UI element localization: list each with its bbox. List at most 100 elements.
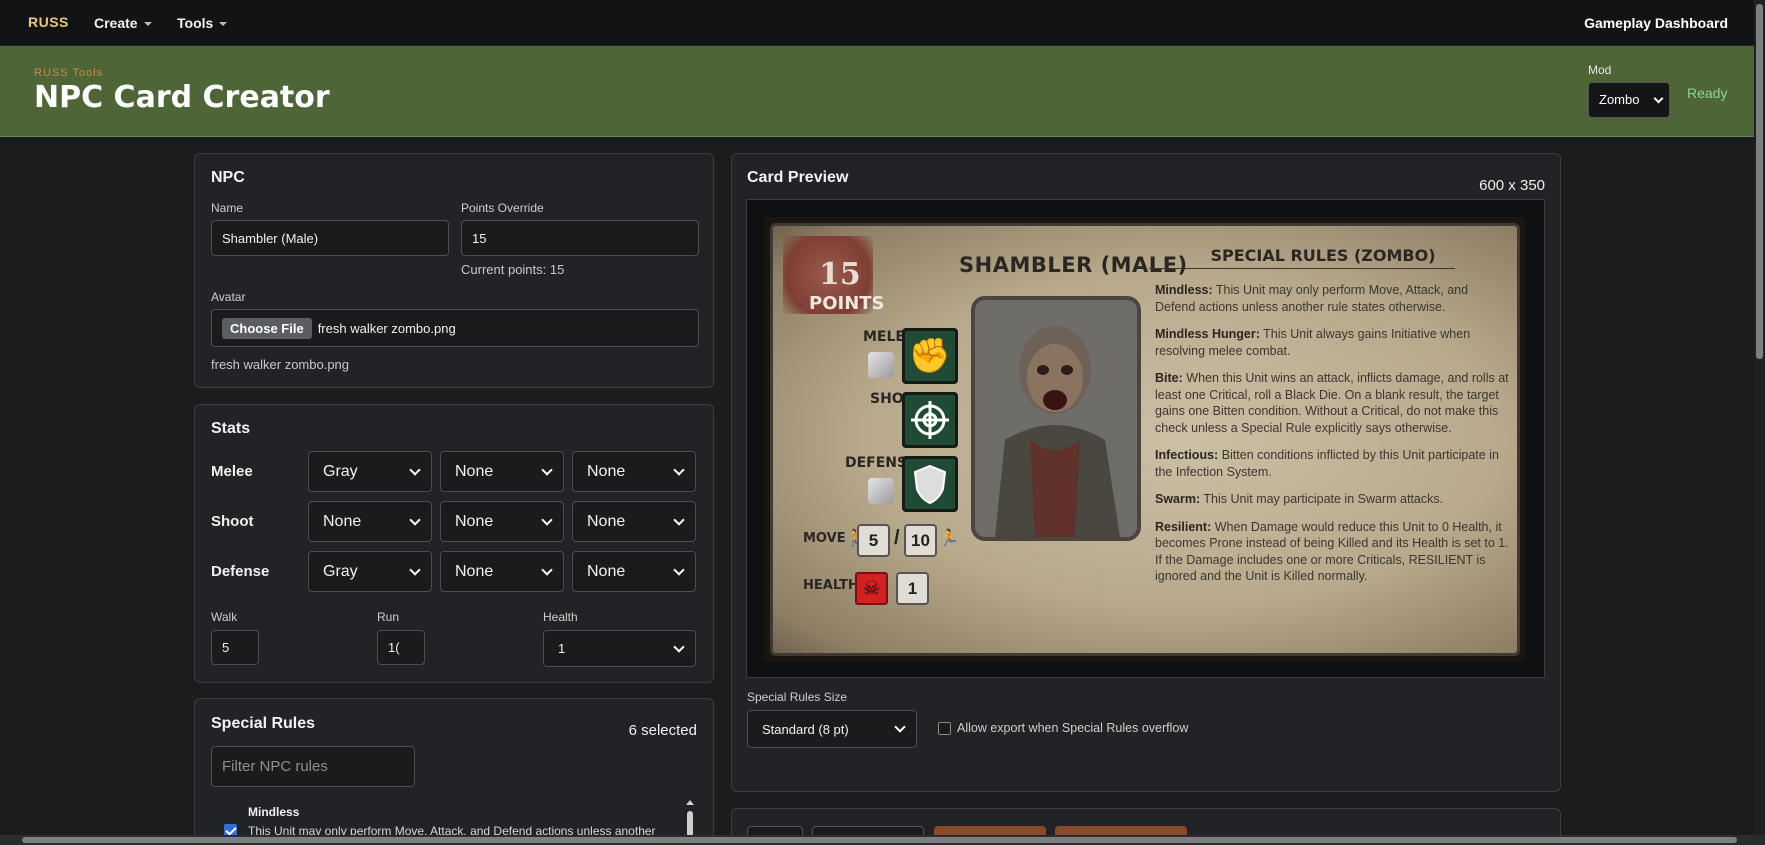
chevron-down-icon — [541, 513, 553, 526]
defense-die-2-select[interactable]: None — [440, 551, 564, 592]
card-rule: Mindless Hunger: This Unit always gains … — [1155, 327, 1471, 358]
health-label: Health — [543, 610, 578, 624]
choose-file-button[interactable]: Choose File — [222, 317, 312, 339]
defense-die-1-select[interactable]: Gray — [308, 551, 432, 592]
chevron-down-icon — [409, 513, 421, 526]
top-navbar: RUSS Create Tools Gameplay Dashboard — [0, 0, 1754, 46]
card-rules-title: SPECIAL RULES (ZOMBO) — [1210, 246, 1436, 265]
card-points-value: 15 — [819, 257, 861, 292]
card-rule: Resilient: When Damage would reduce this… — [1155, 519, 1509, 584]
crosshair-icon — [902, 392, 958, 448]
run-label: Run — [377, 610, 400, 624]
name-input[interactable]: Shambler (Male) — [211, 220, 449, 256]
card-npc-name: SHAMBLER (MALE) — [959, 253, 1188, 277]
card-health-label: HEALTH — [803, 578, 859, 593]
gameplay-dashboard-link[interactable]: Gameplay Dashboard — [1584, 15, 1728, 31]
shoot-die-3-select[interactable]: None — [572, 501, 696, 542]
run-input[interactable]: 1( — [377, 630, 425, 665]
chevron-down-icon — [894, 721, 906, 733]
card-health-value: 1 — [896, 572, 929, 605]
file-name-text: fresh walker zombo.png — [317, 320, 456, 336]
card-move-label: MOVE — [803, 531, 846, 546]
brand-logo[interactable]: RUSS — [28, 14, 69, 30]
chevron-down-icon — [673, 513, 685, 526]
app-root: RUSS Create Tools Gameplay Dashboard RUS… — [0, 0, 1765, 845]
avatar-label: Avatar — [211, 290, 246, 304]
walk-input[interactable]: 5 — [211, 630, 259, 665]
zombie-portrait-icon — [975, 300, 1137, 537]
npc-card: 15 POINTS SHAMBLER (MALE) MELEE ✊ SHOOT … — [764, 217, 1526, 662]
melee-die-3-select[interactable]: None — [572, 451, 696, 492]
chevron-down-icon — [673, 563, 685, 576]
points-override-label: Points Override — [461, 201, 544, 215]
health-select[interactable]: 1 — [543, 630, 696, 667]
stats-panel-title: Stats — [211, 420, 251, 437]
shoot-die-2-select[interactable]: None — [440, 501, 564, 542]
mod-label: Mod — [1588, 63, 1612, 77]
selected-count: 6 selected — [628, 722, 697, 739]
chevron-down-icon — [219, 22, 228, 27]
melee-die-2-select[interactable]: None — [440, 451, 564, 492]
shield-icon — [902, 456, 958, 512]
gray-die-icon — [868, 352, 894, 378]
card-walk-value: 5 — [857, 524, 890, 557]
card-size-text: 600 x 350 — [1479, 177, 1545, 194]
stat-name-defense: Defense — [211, 563, 270, 580]
chevron-down-icon — [673, 463, 685, 476]
breadcrumb: RUSS Tools — [34, 67, 104, 79]
npc-panel: NPC Name Shambler (Male) Points Override… — [194, 153, 714, 388]
gray-die-icon — [868, 478, 894, 504]
melee-die-1-select[interactable]: Gray — [308, 451, 432, 492]
chevron-down-icon — [541, 563, 553, 576]
stats-panel: Stats Melee Gray None None Shoot None No… — [194, 404, 714, 683]
card-rule: Infectious: Bitten conditions inflicted … — [1155, 448, 1499, 479]
nav-create-menu[interactable]: Create — [94, 15, 152, 31]
shoot-die-1-select[interactable]: None — [308, 501, 432, 542]
stat-name-shoot: Shoot — [211, 513, 254, 530]
npc-panel-title: NPC — [211, 169, 245, 186]
mod-select[interactable]: Zombo — [1588, 82, 1670, 118]
card-rule: Swarm: This Unit may participate in Swar… — [1155, 492, 1444, 506]
special-rules-panel: Special Rules 6 selected Filter NPC rule… — [194, 698, 714, 845]
rules-size-select[interactable]: Standard (8 pt) — [747, 710, 917, 748]
chevron-down-icon — [1653, 93, 1664, 104]
card-face: 15 POINTS SHAMBLER (MALE) MELEE ✊ SHOOT … — [770, 223, 1520, 656]
defense-die-3-select[interactable]: None — [572, 551, 696, 592]
page-vertical-scrollbar[interactable] — [1754, 0, 1765, 835]
rules-size-label: Special Rules Size — [747, 690, 848, 704]
page-title: NPC Card Creator — [34, 80, 330, 115]
stat-name-melee: Melee — [211, 463, 253, 480]
allow-overflow-checkbox[interactable] — [938, 722, 951, 735]
card-rules-divider — [1149, 268, 1455, 269]
special-rules-title: Special Rules — [211, 715, 316, 732]
card-points-label: POINTS — [809, 293, 885, 314]
chevron-down-icon — [673, 640, 685, 653]
name-label: Name — [211, 201, 244, 215]
skull-icon: ☠ — [855, 572, 888, 605]
rule-name: Mindless — [248, 805, 300, 819]
walk-label: Walk — [211, 610, 238, 624]
running-person-icon: 🏃 — [939, 530, 959, 547]
card-run-value: 10 — [904, 524, 937, 557]
card-rule: Mindless: This Unit may only perform Mov… — [1155, 283, 1469, 314]
nav-tools-menu[interactable]: Tools — [177, 15, 228, 31]
card-preview-title: Card Preview — [747, 169, 849, 186]
points-override-input[interactable]: 15 — [461, 220, 699, 256]
vertical-scroll-thumb[interactable] — [1756, 4, 1763, 359]
crosshair-icon-svg — [911, 401, 949, 439]
shield-icon-svg — [913, 464, 947, 505]
horizontal-scroll-thumb[interactable] — [22, 837, 1737, 843]
npc-avatar-image — [971, 296, 1141, 541]
allow-overflow-label: Allow export when Special Rules overflow — [957, 721, 1189, 735]
card-rule: Bite: When this Unit wins an attack, inf… — [1155, 371, 1509, 435]
chevron-down-icon — [143, 22, 152, 27]
filter-rules-input[interactable]: Filter NPC rules — [211, 746, 415, 787]
fist-icon: ✊ — [902, 328, 958, 384]
points-badge: 15 POINTS — [783, 236, 885, 314]
file-caption: fresh walker zombo.png — [211, 357, 350, 372]
page-header: RUSS Tools NPC Card Creator Mod Zombo Re… — [0, 46, 1754, 137]
avatar-file-input[interactable]: Choose File fresh walker zombo.png — [211, 309, 699, 347]
card-rules-text: Mindless: This Unit may only perform Mov… — [1155, 282, 1511, 652]
move-separator: / — [894, 527, 900, 549]
page-horizontal-scrollbar[interactable] — [0, 835, 1765, 845]
